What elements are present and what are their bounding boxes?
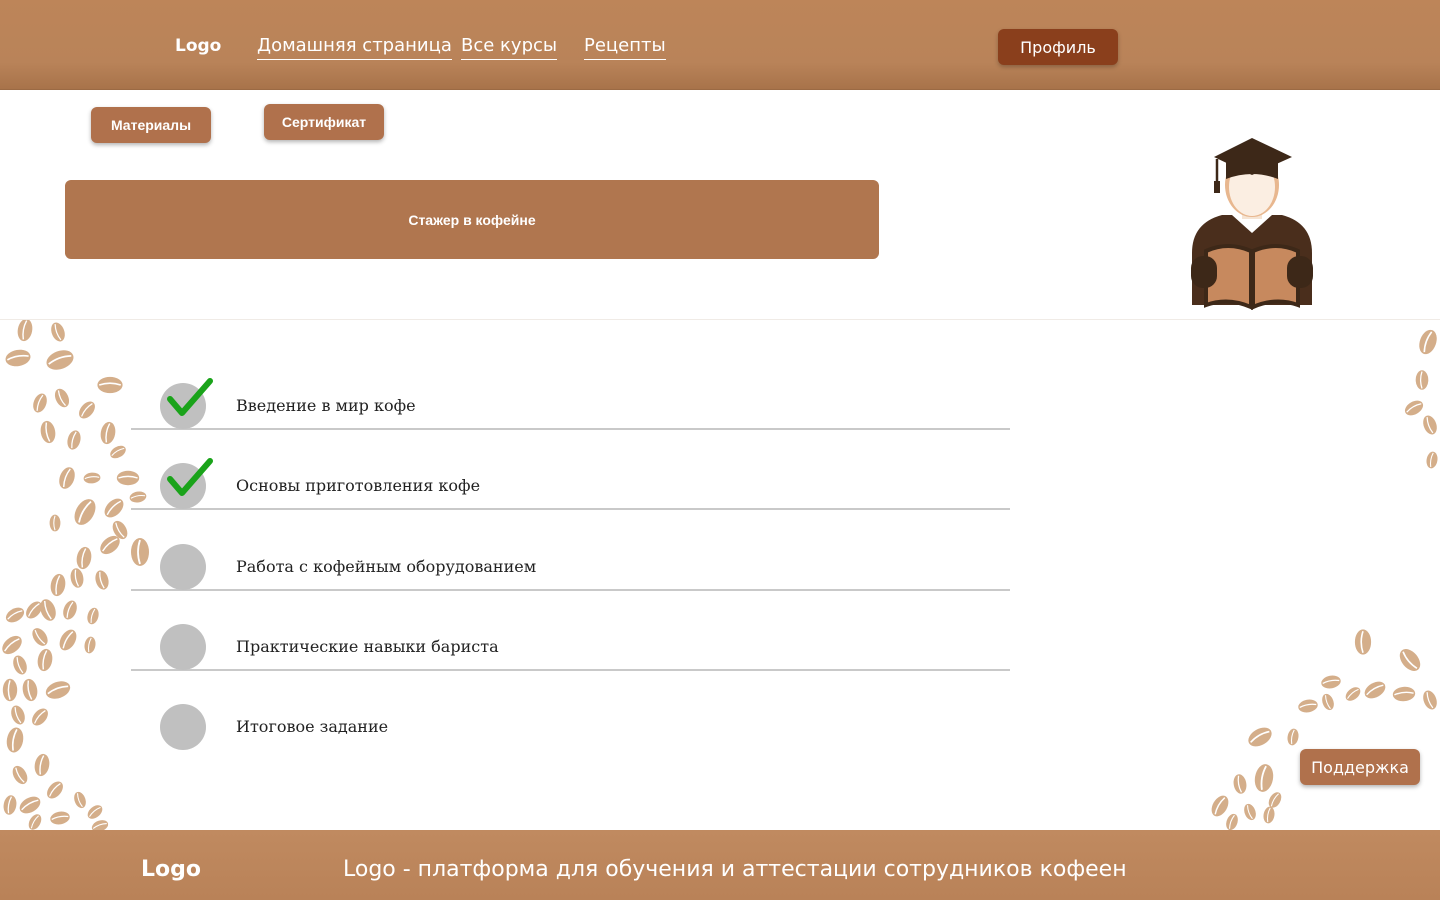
module-item-barista-skills[interactable]: Практические навыки бариста xyxy=(131,591,1010,671)
nav-link-all-courses[interactable]: Все курсы xyxy=(461,35,558,60)
nav-link-recipes[interactable]: Рецепты xyxy=(584,35,666,60)
module-title: Основы приготовления кофе xyxy=(236,476,481,495)
checkmark-icon xyxy=(167,378,213,416)
status-circle xyxy=(160,704,206,750)
module-status-pending xyxy=(160,544,206,590)
status-circle xyxy=(160,544,206,590)
module-status-pending xyxy=(160,704,206,750)
status-circle xyxy=(160,624,206,670)
module-status-pending xyxy=(160,624,206,670)
module-title: Практические навыки бариста xyxy=(236,637,499,656)
module-title: Работа с кофейным оборудованием xyxy=(236,557,537,576)
module-status-completed xyxy=(160,458,213,509)
header-logo[interactable]: Logo xyxy=(175,36,221,56)
module-item-final-task[interactable]: Итоговое задание xyxy=(131,671,1010,751)
top-navigation-bar: Logo Домашняя страница Все курсы Рецепты… xyxy=(0,0,1440,90)
materials-button[interactable]: Материалы xyxy=(91,107,211,143)
footer-logo[interactable]: Logo xyxy=(141,857,201,882)
module-item-equipment[interactable]: Работа с кофейным оборудованием xyxy=(131,511,1010,591)
footer-tagline: Logo - платформа для обучения и аттестац… xyxy=(343,857,1127,882)
nav-link-home[interactable]: Домашняя страница xyxy=(257,35,452,60)
student-reading-graduation-cap-icon xyxy=(1191,138,1313,310)
module-item-basics[interactable]: Основы приготовления кофе xyxy=(131,430,1010,510)
course-title-banner: Стажер в кофейне xyxy=(65,180,879,259)
course-panel: Материалы Сертификат Стажер в кофейне xyxy=(0,90,1440,320)
module-status-completed xyxy=(160,378,213,429)
module-title: Итоговое задание xyxy=(236,717,389,736)
profile-button[interactable]: Профиль xyxy=(998,29,1118,65)
footer: Logo Logo - платформа для обучения и атт… xyxy=(0,830,1440,900)
support-button[interactable]: Поддержка xyxy=(1300,749,1420,785)
checkmark-icon xyxy=(167,458,213,496)
module-title: Введение в мир кофе xyxy=(236,396,416,415)
module-item-intro[interactable]: Введение в мир кофе xyxy=(131,350,1010,430)
course-title: Стажер в кофейне xyxy=(408,211,536,228)
certificate-button[interactable]: Сертификат xyxy=(264,104,384,140)
